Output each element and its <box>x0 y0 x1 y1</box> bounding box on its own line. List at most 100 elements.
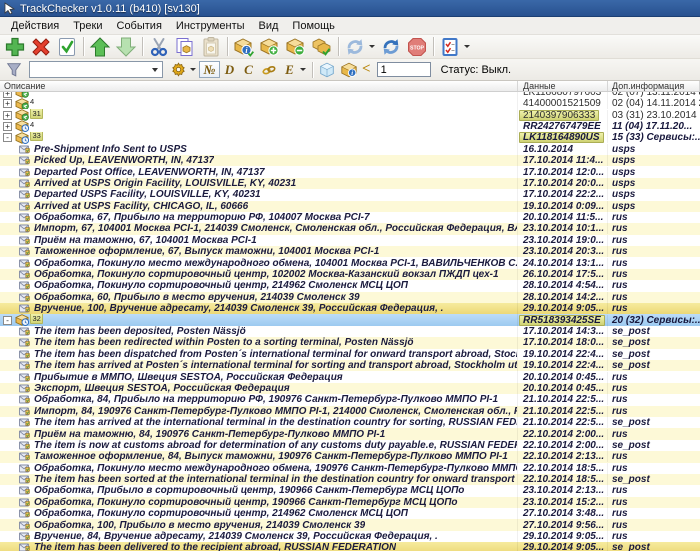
package-info-button[interactable]: i <box>338 60 360 79</box>
move-up-button[interactable] <box>87 36 113 58</box>
column-header-data[interactable]: Данные <box>518 81 608 91</box>
apply-button[interactable] <box>54 36 80 58</box>
search-combobox[interactable] <box>29 61 163 78</box>
event-row[interactable]: Обработка, Покинуло сортировочный центр,… <box>0 269 700 280</box>
event-row[interactable]: Экспорт, Швеция SESTOA, Российская Федер… <box>0 383 700 394</box>
event-row[interactable]: Вручение, 84, Вручение адресату, 214039 … <box>0 531 700 542</box>
paste-button[interactable] <box>198 36 224 58</box>
number-format-button[interactable]: № <box>199 61 220 78</box>
date-format-button[interactable]: D <box>220 61 239 78</box>
event-row[interactable]: Arrived at USPS Origin Facility, LOUISVI… <box>0 178 700 189</box>
event-row[interactable]: Обработка, Прибыло в сортировочный центр… <box>0 485 700 496</box>
event-service: se_post <box>612 474 650 485</box>
track-row[interactable]: +31214039790633303 (31) 23.10.2014 18:4.… <box>0 109 700 120</box>
add-track-button[interactable] <box>2 36 28 58</box>
track-info-button[interactable]: i <box>231 36 257 58</box>
move-down-button[interactable] <box>113 36 139 58</box>
event-row[interactable]: The item has been dispatched from Posten… <box>0 349 700 360</box>
track-info: 03 (31) 23.10.2014 18:4... <box>612 110 700 121</box>
expand-toggle[interactable]: + <box>3 99 12 108</box>
filter-button[interactable] <box>3 60 25 79</box>
event-row[interactable]: Departed USPS Facility, LOUISVILLE, KY, … <box>0 189 700 200</box>
event-icon <box>19 395 30 404</box>
add-event-button[interactable] <box>257 36 283 58</box>
event-row[interactable]: Обработка, 67, Прибыло на территорию РФ,… <box>0 212 700 223</box>
package-clock-icon <box>15 132 29 143</box>
event-row[interactable]: The item has been delivered to the recip… <box>0 542 700 551</box>
event-row[interactable]: Обработка, Покинуло место международного… <box>0 463 700 474</box>
batch-size-input[interactable] <box>377 62 431 77</box>
event-format-button[interactable]: E <box>280 61 299 78</box>
expand-toggle[interactable]: - <box>3 316 12 325</box>
track-row[interactable]: -33LK118164890US15 (33) Сервисы:... <box>0 132 700 143</box>
expand-toggle[interactable]: + <box>3 122 12 131</box>
event-service: rus <box>612 520 628 531</box>
refresh-all-button[interactable] <box>378 36 404 58</box>
event-row[interactable]: The item has been deposited, Posten Näss… <box>0 326 700 337</box>
cube-button[interactable] <box>316 60 338 79</box>
event-row[interactable]: Обработка, 60, Прибыло в место вручения,… <box>0 292 700 303</box>
event-date: 17.10.2014 11:4... <box>523 155 603 166</box>
settings-button[interactable] <box>167 60 189 79</box>
event-row[interactable]: Таможенное оформление, 67, Выпуск таможн… <box>0 246 700 257</box>
event-format-dropdown-arrow[interactable] <box>300 68 306 71</box>
event-row[interactable]: Импорт, 84, 190976 Санкт-Петербург-Пулко… <box>0 406 700 417</box>
copy-button[interactable] <box>172 36 198 58</box>
event-row[interactable]: Прибытие в ММПО, Швеция SESTOA, Российск… <box>0 371 700 382</box>
event-date: 27.10.2014 3:48... <box>523 508 604 519</box>
menu-tracks[interactable]: Треки <box>66 19 109 33</box>
expand-toggle[interactable]: - <box>3 133 12 142</box>
event-description: Приём на таможню, 84, 190976 Санкт-Петер… <box>34 429 385 440</box>
event-row[interactable]: Обработка, Покинуло сортировочный центр,… <box>0 508 700 519</box>
event-row[interactable]: Приём на таможню, 67, 104001 Москва РСІ-… <box>0 235 700 246</box>
refresh-dropdown-arrow[interactable] <box>369 45 375 48</box>
cut-button[interactable] <box>146 36 172 58</box>
column-header-description[interactable]: Описание <box>0 81 518 91</box>
event-row[interactable]: The item has been sorted at the internat… <box>0 474 700 485</box>
menu-actions[interactable]: Действия <box>4 19 66 33</box>
event-row[interactable]: Обработка, Покинуло сортировочный центр,… <box>0 280 700 291</box>
event-row[interactable]: The item has arrived at the internationa… <box>0 417 700 428</box>
track-row[interactable]: -32RR518393425SE20 (32) Сервисы:... <box>0 314 700 325</box>
less-than-icon[interactable]: < <box>362 61 371 78</box>
delete-track-button[interactable] <box>28 36 54 58</box>
remove-event-button[interactable] <box>283 36 309 58</box>
expand-toggle[interactable]: + <box>3 111 12 120</box>
events-list-button[interactable] <box>437 36 463 58</box>
menu-tools[interactable]: Инструменты <box>169 19 252 33</box>
event-row[interactable]: Обработка, 84, Прибыло на территорию РФ,… <box>0 394 700 405</box>
event-row[interactable]: Приём на таможню, 84, 190976 Санкт-Петер… <box>0 428 700 439</box>
event-row[interactable]: Picked Up, LEAVENWORTH, IN, 4713717.10.2… <box>0 155 700 166</box>
event-row[interactable]: Arrived at USPS Facility, CHICAGO, IL, 6… <box>0 201 700 212</box>
event-row[interactable]: Импорт, 67, 104001 Москва РСІ-1, 214039 … <box>0 223 700 234</box>
track-row[interactable]: +44140000152150902 (04) 14.11.2014 22:5.… <box>0 98 700 109</box>
refresh-button[interactable] <box>342 36 368 58</box>
main-toolbar: i <box>0 35 700 59</box>
event-row[interactable]: Обработка, 100, Прибыло в место вручения… <box>0 519 700 530</box>
event-row[interactable]: Вручение, 100, Вручение адресату, 214039… <box>0 303 700 314</box>
events-list-dropdown-arrow[interactable] <box>464 45 470 48</box>
event-row[interactable]: The item is now at customs abroad for de… <box>0 440 700 451</box>
track-badge: 4 <box>30 121 34 129</box>
event-row[interactable]: The item has arrived at Posten´s interna… <box>0 360 700 371</box>
stop-button[interactable]: STOP <box>404 36 430 58</box>
settings-dropdown-arrow[interactable] <box>190 68 196 71</box>
event-row[interactable]: Обработка, Покинуло место международного… <box>0 257 700 268</box>
check-tracks-button[interactable] <box>309 36 335 58</box>
event-row[interactable]: Таможенное оформление, 84, Выпуск таможн… <box>0 451 700 462</box>
event-row[interactable]: The item has been redirected within Post… <box>0 337 700 348</box>
event-row[interactable]: Departed Post Office, LEAVENWORTH, IN, 4… <box>0 166 700 177</box>
event-description: The item has been delivered to the recip… <box>34 542 396 551</box>
track-row[interactable]: +4RR242767479EE11 (04) 17.11.20... <box>0 121 700 132</box>
cut-icon <box>148 36 170 58</box>
code-format-button[interactable]: C <box>239 61 258 78</box>
column-header-info[interactable]: Доп.информация <box>608 81 700 91</box>
menu-help[interactable]: Помощь <box>285 19 342 33</box>
event-service: se_post <box>612 417 650 428</box>
event-row[interactable]: Обработка, Покинуло сортировочный центр,… <box>0 497 700 508</box>
menu-view[interactable]: Вид <box>252 19 286 33</box>
track-badge: 32 <box>30 314 43 323</box>
event-row[interactable]: Pre-Shipment Info Sent to USPS16.10.2014… <box>0 144 700 155</box>
link-button[interactable] <box>258 60 280 79</box>
menu-events[interactable]: События <box>110 19 169 33</box>
